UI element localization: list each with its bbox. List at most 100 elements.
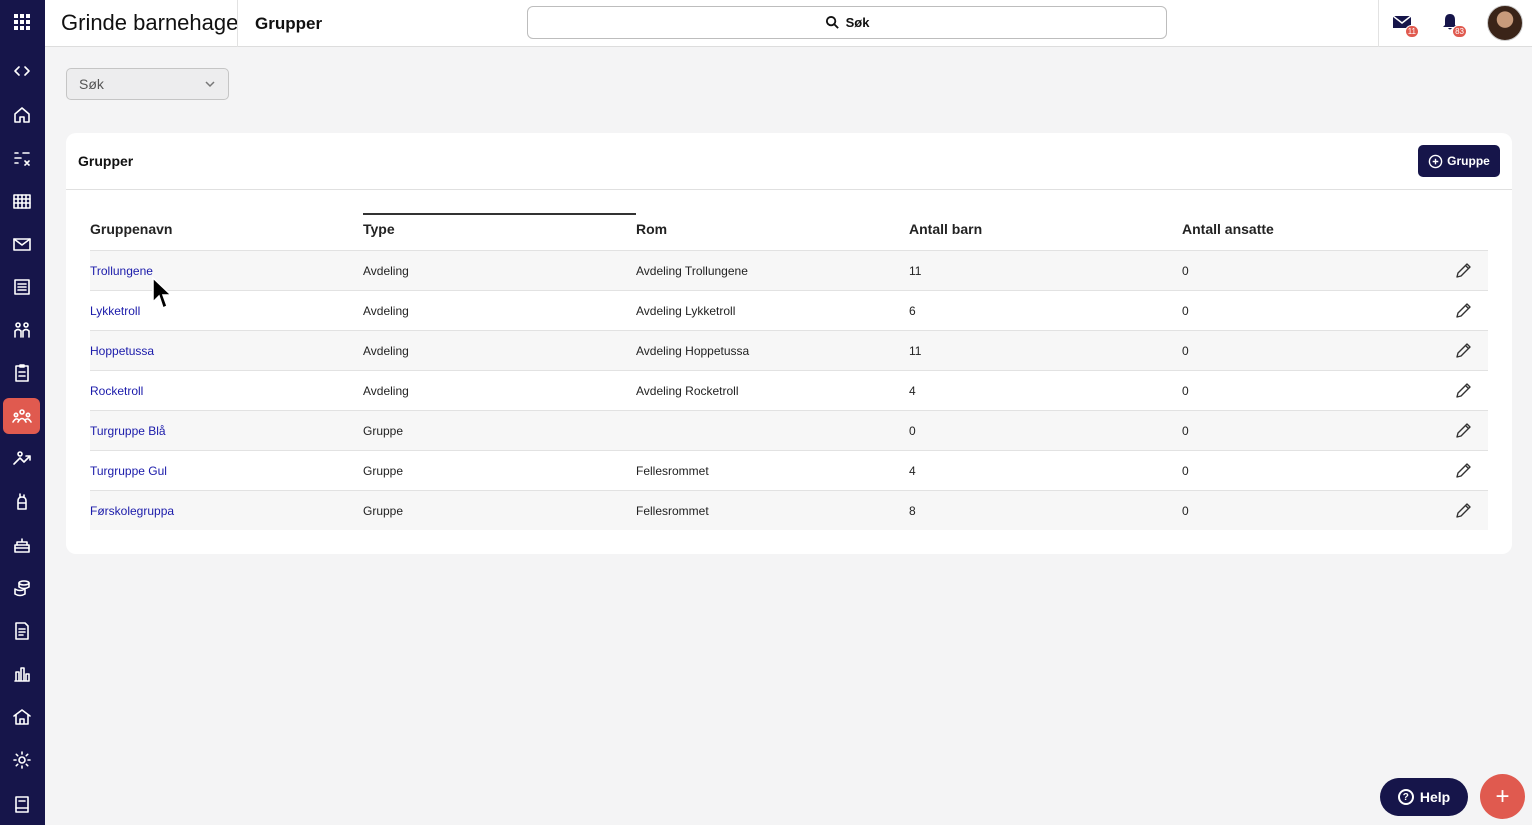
mail-icon[interactable]: [3, 226, 40, 262]
group-type: Avdeling: [363, 344, 409, 358]
divider: [237, 0, 238, 47]
group-room: Avdeling Hoppetussa: [636, 344, 750, 358]
divider: [1378, 0, 1379, 47]
group-name-link[interactable]: Lykketroll: [90, 304, 140, 318]
kindergarten-icon[interactable]: [3, 699, 40, 735]
card-header: Grupper Gruppe: [66, 133, 1512, 190]
group-name-link[interactable]: Turgruppe Gul: [90, 464, 167, 478]
help-label: Help: [1419, 789, 1451, 805]
table-header: Gruppenavn Type Rom Antall barn Antall a…: [90, 213, 1488, 250]
collapse-toggle-icon[interactable]: [3, 53, 40, 89]
reports-icon[interactable]: [3, 656, 40, 692]
table-row: Turgruppe Gul Gruppe Fellesrommet 4 0: [90, 450, 1488, 490]
table-row: Hoppetussa Avdeling Avdeling Hoppetussa 11 0: [90, 330, 1488, 370]
staff-count: 0: [1182, 464, 1189, 478]
edit-pencil-icon[interactable]: [1455, 462, 1472, 479]
group-room: Fellesrommet: [636, 504, 709, 518]
table-row: Trollungene Avdeling Avdeling Trollungene 1…: [90, 250, 1488, 290]
staff-count: 0: [1182, 424, 1189, 438]
children-count: 6: [909, 304, 916, 318]
children-count: 4: [909, 384, 916, 398]
checklist-icon[interactable]: [3, 355, 40, 391]
table-row: Turgruppe Blå Gruppe 0 0: [90, 410, 1488, 450]
column-header-children-count[interactable]: Antall barn: [909, 221, 982, 237]
group-type: Avdeling: [363, 264, 409, 278]
edit-pencil-icon[interactable]: [1455, 382, 1472, 399]
messages-button[interactable]: 11: [1392, 12, 1419, 38]
group-room: Avdeling Lykketroll: [636, 304, 736, 318]
edit-pencil-icon[interactable]: [1455, 342, 1472, 359]
search-label: Søk: [845, 15, 870, 30]
messages-badge: 11: [1404, 25, 1419, 38]
group-type: Avdeling: [363, 304, 409, 318]
documents-icon[interactable]: [3, 613, 40, 649]
group-name-link[interactable]: Rocketroll: [90, 384, 143, 398]
edit-pencil-icon[interactable]: [1455, 502, 1472, 519]
edit-pencil-icon[interactable]: [1455, 302, 1472, 319]
group-filter-select[interactable]: Søk: [66, 68, 229, 100]
book-icon[interactable]: [3, 786, 40, 822]
column-header-type[interactable]: Type: [363, 221, 395, 237]
children-count: 11: [909, 264, 922, 278]
group-room: Avdeling Trollungene: [636, 264, 748, 278]
table-row: Rocketroll Avdeling Avdeling Rocketroll 4 0: [90, 370, 1488, 410]
staff-count: 0: [1182, 344, 1189, 358]
staff-count: 0: [1182, 384, 1189, 398]
add-group-button[interactable]: Gruppe: [1418, 145, 1500, 177]
staff-count: 0: [1182, 264, 1189, 278]
plus-circle-icon: [1428, 154, 1443, 168]
news-icon[interactable]: [3, 269, 40, 305]
app-title[interactable]: Grinde barnehage: [61, 10, 238, 36]
group-name-link[interactable]: Turgruppe Blå: [90, 424, 166, 438]
children-count: 4: [909, 464, 916, 478]
edit-pencil-icon[interactable]: [1455, 422, 1472, 439]
activity-icon[interactable]: [3, 484, 40, 520]
group-type: Gruppe: [363, 424, 404, 438]
question-icon: ?: [1397, 789, 1414, 805]
settings-icon[interactable]: [3, 742, 40, 778]
group-name-link[interactable]: Trollungene: [90, 264, 153, 278]
groups-icon[interactable]: [3, 398, 40, 434]
calendar-icon[interactable]: [3, 183, 40, 219]
staff-count: 0: [1182, 304, 1189, 318]
quick-add-button[interactable]: +: [1480, 774, 1525, 819]
help-button[interactable]: ? Help: [1380, 778, 1468, 816]
notifications-button[interactable]: 83: [1440, 12, 1467, 38]
group-room: Avdeling Rocketroll: [636, 384, 739, 398]
table-row: Lykketroll Avdeling Avdeling Lykketroll 6 0: [90, 290, 1488, 330]
children-count: 0: [909, 424, 916, 438]
card-title: Grupper: [78, 153, 134, 169]
notifications-badge: 83: [1452, 25, 1467, 38]
table-row: Førskolegruppa Gruppe Fellesrommet 8 0: [90, 490, 1488, 530]
staff-count: 0: [1182, 504, 1189, 518]
children-count: 11: [909, 344, 922, 358]
top-bar: Grinde barnehage Grupper Søk 11 83: [45, 0, 1532, 47]
birthday-icon[interactable]: [3, 527, 40, 563]
group-type: Avdeling: [363, 384, 409, 398]
column-header-staff-count[interactable]: Antall ansatte: [1182, 221, 1274, 237]
filter-select-value: Søk: [79, 76, 104, 92]
search-icon: [825, 15, 839, 29]
global-search-input[interactable]: Søk: [527, 6, 1167, 39]
mouse-cursor-icon: [152, 276, 173, 310]
page-title: Grupper: [255, 14, 323, 33]
groups-card: Grupper Gruppe Gruppenavn Type Rom Antal…: [66, 133, 1512, 554]
avatar[interactable]: [1487, 5, 1523, 41]
edit-pencil-icon[interactable]: [1455, 262, 1472, 279]
column-header-room[interactable]: Rom: [636, 221, 667, 237]
home-icon[interactable]: [3, 97, 40, 133]
tasks-icon[interactable]: [3, 140, 40, 176]
group-type: Gruppe: [363, 464, 404, 478]
group-room: Fellesrommet: [636, 464, 709, 478]
finance-icon[interactable]: [3, 570, 40, 606]
chevron-down-icon: [205, 81, 215, 88]
children-icon[interactable]: [3, 312, 40, 348]
meals-icon[interactable]: [3, 441, 40, 477]
column-header-group-name[interactable]: Gruppenavn: [90, 221, 172, 237]
sidebar: [0, 0, 45, 825]
children-count: 8: [909, 504, 916, 518]
group-type: Gruppe: [363, 504, 404, 518]
group-name-link[interactable]: Hoppetussa: [90, 344, 154, 358]
group-name-link[interactable]: Førskolegruppa: [90, 504, 174, 518]
apps-grid-icon[interactable]: [3, 4, 40, 40]
